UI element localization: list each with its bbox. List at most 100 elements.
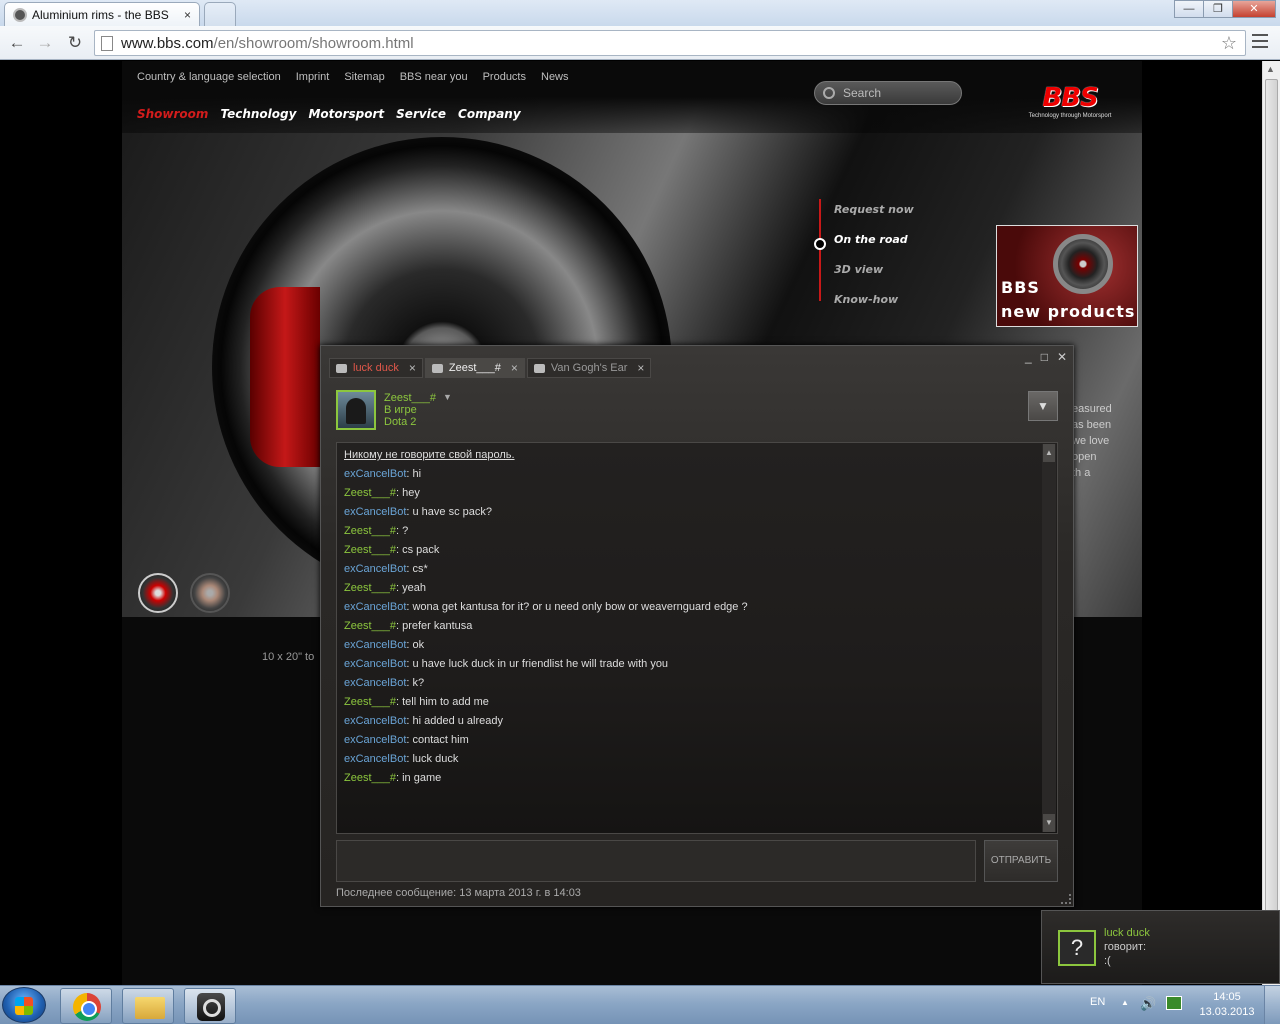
message-sender[interactable]: Zeest___# bbox=[344, 772, 396, 784]
topnav-products[interactable]: Products bbox=[483, 71, 526, 83]
taskbar-chrome[interactable] bbox=[60, 988, 112, 1024]
minimize-button[interactable]: — bbox=[1174, 0, 1204, 18]
message-sender[interactable]: exCancelBot bbox=[344, 468, 406, 480]
resize-grip-icon[interactable] bbox=[1061, 894, 1071, 904]
language-indicator[interactable]: EN bbox=[1090, 996, 1105, 1008]
chat-tab-close-icon[interactable]: × bbox=[637, 361, 644, 375]
message-text: : u have sc pack? bbox=[406, 506, 492, 518]
bbs-favicon-icon bbox=[13, 7, 27, 22]
chat-message: Zeest___#: hey bbox=[344, 487, 748, 506]
wheel-thumbnail[interactable] bbox=[138, 573, 178, 613]
chat-log[interactable]: Никому не говорите свой пароль. exCancel… bbox=[336, 442, 1058, 834]
chrome-menu-icon[interactable] bbox=[1252, 34, 1268, 52]
wheel-thumbnail[interactable] bbox=[190, 573, 230, 613]
maximize-button[interactable]: ❐ bbox=[1203, 0, 1233, 18]
url-domain: www.bbs.com bbox=[121, 34, 214, 52]
browser-tab-active[interactable]: Aluminium rims - the BBS × bbox=[4, 2, 200, 26]
message-sender[interactable]: exCancelBot bbox=[344, 639, 406, 651]
chat-tab-close-icon[interactable]: × bbox=[409, 361, 416, 375]
sidemenu-know-how[interactable]: Know-how bbox=[834, 293, 898, 306]
promo-line-1: BBS bbox=[1001, 278, 1040, 297]
message-sender[interactable]: exCancelBot bbox=[344, 734, 406, 746]
tab-close-icon[interactable]: × bbox=[184, 8, 191, 22]
close-window-button[interactable]: ✕ bbox=[1232, 0, 1276, 18]
new-products-banner[interactable]: BBS new products bbox=[996, 225, 1138, 327]
reload-button[interactable]: ↻ bbox=[64, 32, 86, 54]
description-text: easured as been we love open th a bbox=[1072, 401, 1112, 481]
last-message-timestamp: Последнее сообщение: 13 марта 2013 г. в … bbox=[336, 887, 581, 899]
chat-scroll-up-icon[interactable]: ▲ bbox=[1043, 444, 1055, 462]
address-bar[interactable]: www.bbs.com/en/showroom/showroom.html ☆ bbox=[94, 30, 1246, 56]
taskbar-explorer[interactable] bbox=[122, 988, 174, 1024]
bbs-logo[interactable]: BBS Technology through Motorsport bbox=[1020, 83, 1120, 119]
page-scrollbar[interactable]: ▲ ▼ bbox=[1262, 61, 1280, 985]
topnav-country[interactable]: Country & language selection bbox=[137, 71, 281, 83]
nav-technology[interactable]: Technology bbox=[220, 107, 296, 121]
friend-menu-chevron-icon[interactable]: ▼ bbox=[443, 392, 452, 402]
message-sender[interactable]: exCancelBot bbox=[344, 658, 406, 670]
new-tab-button[interactable] bbox=[204, 2, 236, 26]
message-sender[interactable]: Zeest___# bbox=[344, 620, 396, 632]
message-sender[interactable]: Zeest___# bbox=[344, 487, 396, 499]
message-sender[interactable]: Zeest___# bbox=[344, 544, 396, 556]
friend-avatar[interactable] bbox=[336, 390, 376, 430]
network-icon[interactable] bbox=[1166, 996, 1182, 1010]
chrome-icon bbox=[73, 993, 101, 1021]
promo-line-2: new products bbox=[1001, 302, 1136, 321]
message-sender[interactable]: exCancelBot bbox=[344, 506, 406, 518]
message-sender[interactable]: exCancelBot bbox=[344, 563, 406, 575]
friend-game: Dota 2 bbox=[384, 416, 417, 428]
chat-tab-label: Zeest___# bbox=[448, 362, 501, 374]
sidemenu-on-the-road[interactable]: On the road bbox=[834, 233, 908, 246]
friend-name[interactable]: Zeest___# bbox=[384, 392, 436, 404]
bookmark-star-icon[interactable]: ☆ bbox=[1221, 33, 1237, 54]
nav-showroom[interactable]: Showroom bbox=[137, 107, 208, 121]
wheel-thumbnails bbox=[138, 573, 230, 613]
sidemenu-3d-view[interactable]: 3D view bbox=[834, 263, 883, 276]
steam-notification[interactable]: ? luck duck говорит: :( bbox=[1041, 910, 1280, 984]
speaker-icon[interactable]: 🔊 bbox=[1140, 996, 1156, 1012]
topnav-news[interactable]: News bbox=[541, 71, 569, 83]
chat-options-button[interactable]: ▼ bbox=[1028, 391, 1058, 421]
forward-button[interactable]: → bbox=[34, 32, 56, 54]
start-button[interactable] bbox=[2, 987, 46, 1023]
chat-tab-van-goghs-ear[interactable]: Van Gogh's Ear × bbox=[526, 358, 652, 378]
scroll-up-icon[interactable]: ▲ bbox=[1266, 64, 1275, 74]
chat-tab-luck-duck[interactable]: luck duck × bbox=[329, 358, 423, 378]
browser-titlebar: Aluminium rims - the BBS × — ❐ ✕ bbox=[0, 0, 1280, 26]
chat-maximize-button[interactable]: □ bbox=[1041, 350, 1048, 364]
description-line: easured bbox=[1072, 403, 1112, 415]
tray-expand-icon[interactable]: ▲ bbox=[1121, 998, 1129, 1007]
message-sender[interactable]: exCancelBot bbox=[344, 601, 406, 613]
scrollbar-thumb[interactable] bbox=[1265, 79, 1278, 959]
show-desktop-button[interactable] bbox=[1264, 986, 1280, 1024]
chat-message: Zeest___#: prefer kantusa bbox=[344, 620, 748, 639]
chat-close-button[interactable]: ✕ bbox=[1057, 350, 1067, 364]
chat-tab-close-icon[interactable]: × bbox=[511, 361, 518, 375]
message-input[interactable] bbox=[336, 840, 976, 882]
chat-scrollbar[interactable]: ▲ ▼ bbox=[1042, 444, 1056, 832]
message-sender[interactable]: Zeest___# bbox=[344, 696, 396, 708]
chat-tab-zeest[interactable]: Zeest___# × bbox=[424, 358, 525, 378]
message-sender[interactable]: exCancelBot bbox=[344, 715, 406, 727]
taskbar-steam[interactable] bbox=[184, 988, 236, 1024]
back-button[interactable]: ← bbox=[6, 32, 28, 54]
message-sender[interactable]: exCancelBot bbox=[344, 753, 406, 765]
topnav-sitemap[interactable]: Sitemap bbox=[344, 71, 384, 83]
chat-scroll-down-icon[interactable]: ▼ bbox=[1043, 814, 1055, 832]
nav-company[interactable]: Company bbox=[458, 107, 521, 121]
system-clock[interactable]: 14:05 13.03.2013 bbox=[1197, 990, 1257, 1020]
nav-service[interactable]: Service bbox=[396, 107, 446, 121]
logo-mark: BBS bbox=[1042, 83, 1098, 113]
chat-minimize-button[interactable]: _ bbox=[1025, 350, 1032, 364]
message-sender[interactable]: exCancelBot bbox=[344, 677, 406, 689]
message-sender[interactable]: Zeest___# bbox=[344, 582, 396, 594]
chat-message: exCancelBot: luck duck bbox=[344, 753, 748, 772]
search-input[interactable]: Search bbox=[814, 81, 962, 105]
message-sender[interactable]: Zeest___# bbox=[344, 525, 396, 537]
nav-motorsport[interactable]: Motorsport bbox=[308, 107, 384, 121]
sidemenu-request-now[interactable]: Request now bbox=[834, 203, 914, 216]
topnav-bbs-near-you[interactable]: BBS near you bbox=[400, 71, 468, 83]
send-button[interactable]: ОТПРАВИТЬ bbox=[984, 840, 1058, 882]
topnav-imprint[interactable]: Imprint bbox=[296, 71, 330, 83]
